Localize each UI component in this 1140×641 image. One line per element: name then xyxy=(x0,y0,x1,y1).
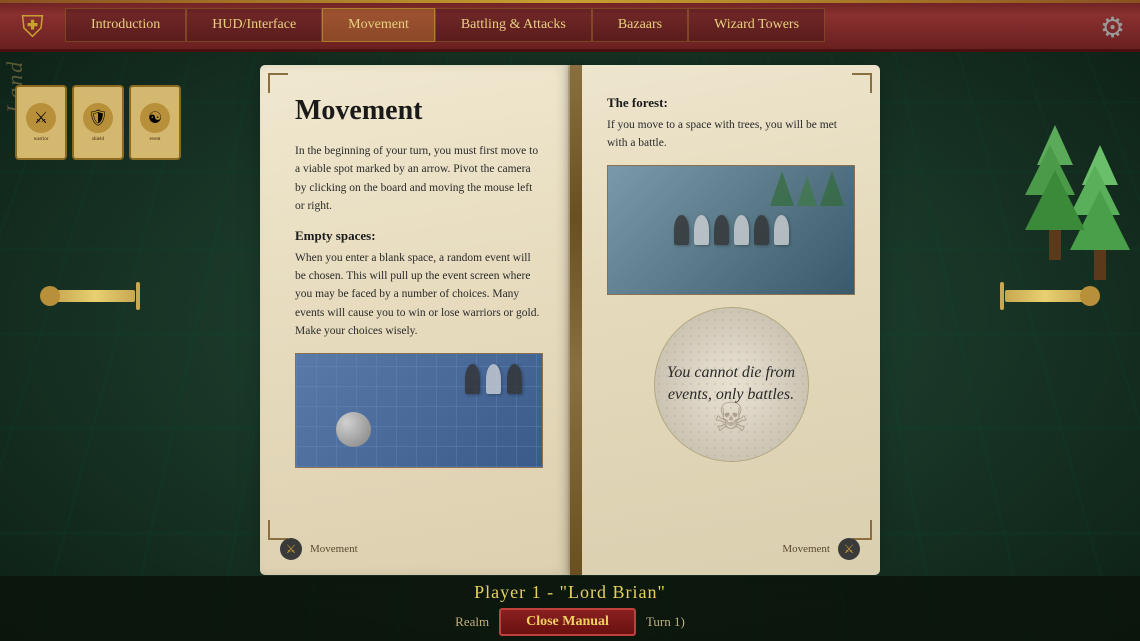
left-footer-text: Movement xyxy=(310,543,358,555)
tree-2 xyxy=(1025,125,1085,260)
corner-br xyxy=(852,520,872,540)
status-bar: Player 1 - "Lord Brian" Realm Close Manu… xyxy=(0,576,1140,641)
forest-piece-5 xyxy=(754,215,769,245)
sword-left-icon xyxy=(55,290,135,302)
card-1: ⚔ warrior xyxy=(15,85,67,160)
card-3: ☯ event xyxy=(129,85,181,160)
sword-right-icon xyxy=(1005,290,1085,302)
status-bottom-row: Realm Close Manual Turn 1) xyxy=(455,608,685,636)
settings-icon[interactable]: ⚙ xyxy=(1095,10,1130,45)
book-title: Movement xyxy=(295,95,543,127)
chess-piece-dark xyxy=(465,364,480,394)
helmet-icon: ⛨ xyxy=(10,5,55,50)
event-circle: You cannot die from events, only battles… xyxy=(654,307,809,462)
ball-piece xyxy=(336,412,371,447)
right-page-footer: Movement ⚔ xyxy=(582,538,880,560)
empty-spaces-heading: Empty spaces: xyxy=(295,228,543,244)
book-intro-text: In the beginning of your turn, you must … xyxy=(295,142,543,216)
cards-container: ⚔ warrior 🛡 shield ☯ event xyxy=(15,85,181,160)
tab-introduction[interactable]: Introduction xyxy=(65,8,186,42)
forest-heading: The forest: xyxy=(607,95,855,111)
book-spine xyxy=(570,65,582,575)
realm-label: Realm xyxy=(455,614,489,630)
chess-pieces xyxy=(465,364,522,394)
event-circle-text: You cannot die from events, only battles… xyxy=(655,352,808,417)
left-footer-label: ⚔ Movement xyxy=(280,538,358,560)
right-footer-label: Movement ⚔ xyxy=(782,538,860,560)
turn-label: Turn 1) xyxy=(646,614,685,630)
chess-piece-dark-2 xyxy=(507,364,522,394)
right-page-image xyxy=(607,165,855,295)
empty-spaces-text: When you enter a blank space, a random e… xyxy=(295,249,543,341)
tab-bazaars[interactable]: Bazaars xyxy=(592,8,688,42)
left-page-image xyxy=(295,353,543,468)
forest-piece-2 xyxy=(694,215,709,245)
close-manual-button[interactable]: Close Manual xyxy=(499,608,636,636)
book-left-page: Movement In the beginning of your turn, … xyxy=(260,65,570,575)
card-text-1: warrior xyxy=(32,137,51,143)
card-icon-3: ☯ xyxy=(140,103,170,133)
forest-piece-3 xyxy=(714,215,729,245)
navigation-bar: ⛨ Introduction HUD/Interface Movement Ba… xyxy=(0,0,1140,52)
corner-bl xyxy=(268,520,288,540)
card-2: 🛡 shield xyxy=(72,85,124,160)
nav-tabs: Introduction HUD/Interface Movement Batt… xyxy=(65,8,1085,42)
card-text-3: event xyxy=(148,137,163,143)
book-right-page: The forest: If you move to a space with … xyxy=(582,65,880,575)
player-label: Player 1 - "Lord Brian" xyxy=(474,582,666,603)
forest-text: If you move to a space with trees, you w… xyxy=(607,116,855,153)
forest-tree-2 xyxy=(797,176,817,206)
forest-tree-1 xyxy=(770,171,794,206)
right-footer-icon: ⚔ xyxy=(838,538,860,560)
tab-hud-interface[interactable]: HUD/Interface xyxy=(186,8,322,42)
chess-piece-light xyxy=(486,364,501,394)
forest-tree-3 xyxy=(820,171,844,206)
manual-book: Movement In the beginning of your turn, … xyxy=(260,65,880,575)
forest-piece-6 xyxy=(774,215,789,245)
corner-tr xyxy=(852,73,872,93)
card-icon-1: ⚔ xyxy=(26,103,56,133)
card-icon-2: 🛡 xyxy=(83,103,113,133)
tab-battling-attacks[interactable]: Battling & Attacks xyxy=(435,8,592,42)
forest-piece-4 xyxy=(734,215,749,245)
corner-tl xyxy=(268,73,288,93)
trees-decoration xyxy=(1020,80,1140,280)
right-footer-text: Movement xyxy=(782,543,830,555)
left-page-footer: ⚔ Movement xyxy=(260,538,568,560)
card-text-2: shield xyxy=(90,137,106,143)
tab-wizard-towers[interactable]: Wizard Towers xyxy=(688,8,825,42)
forest-piece-1 xyxy=(674,215,689,245)
tab-movement[interactable]: Movement xyxy=(322,8,435,42)
forest-overlay-trees xyxy=(770,171,844,206)
left-footer-icon: ⚔ xyxy=(280,538,302,560)
